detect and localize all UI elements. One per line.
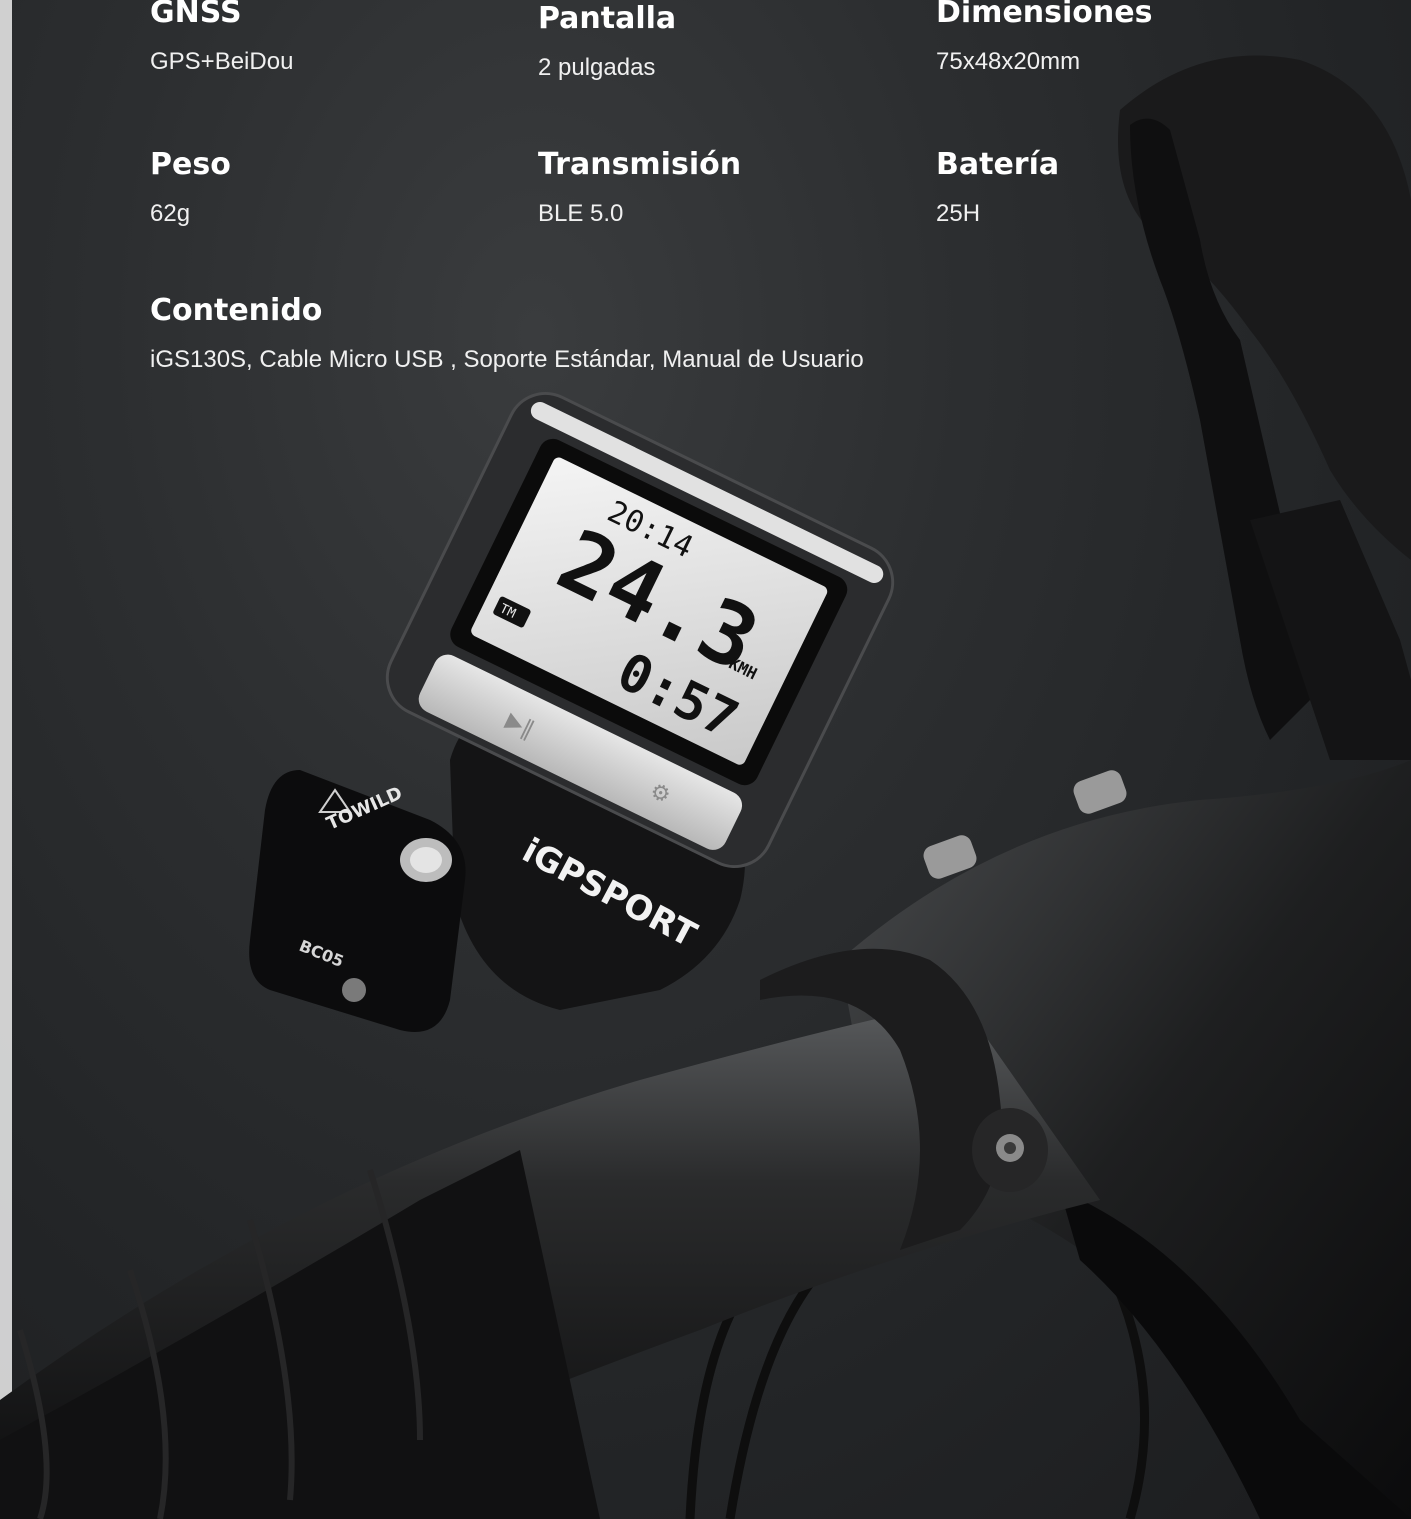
spec-bateria-value: 25H	[936, 200, 981, 227]
spec-dimensiones-label: Dimensiones	[936, 0, 1153, 30]
spec-dimensiones-value: 75x48x20mm	[936, 48, 1081, 75]
spec-bateria: Batería 25H	[936, 150, 1059, 226]
product-photo: iGPSPORT TOWILD BC05 20:14 24.3 KMH TM 0…	[0, 55, 1411, 1519]
spec-contenido-value: iGS130S, Cable Micro USB , Soporte Están…	[150, 346, 864, 373]
spec-bateria-label: Batería	[936, 147, 1060, 182]
spec-gnss-value: GPS+BeiDou	[150, 48, 294, 75]
spec-transmision-value: BLE 5.0	[538, 200, 624, 227]
spec-pantalla-value: 2 pulgadas	[538, 54, 656, 81]
spec-transmision-label: Transmisión	[538, 147, 742, 182]
spec-peso-value: 62g	[150, 200, 191, 227]
spec-peso: Peso 62g	[150, 150, 231, 226]
spec-peso-label: Peso	[150, 147, 231, 182]
spec-dimensiones: Dimensiones 75x48x20mm	[936, 0, 1152, 74]
spec-contenido-label: Contenido	[150, 293, 323, 328]
spec-transmision: Transmisión BLE 5.0	[538, 150, 741, 226]
spec-gnss: GNSS GPS+BeiDou	[150, 0, 293, 74]
spec-gnss-label: GNSS	[150, 0, 242, 30]
spec-pantalla: Pantalla 2 pulgadas	[538, 4, 676, 80]
spec-contenido: Contenido iGS130S, Cable Micro USB , Sop…	[150, 296, 864, 372]
spec-pantalla-label: Pantalla	[538, 1, 677, 36]
